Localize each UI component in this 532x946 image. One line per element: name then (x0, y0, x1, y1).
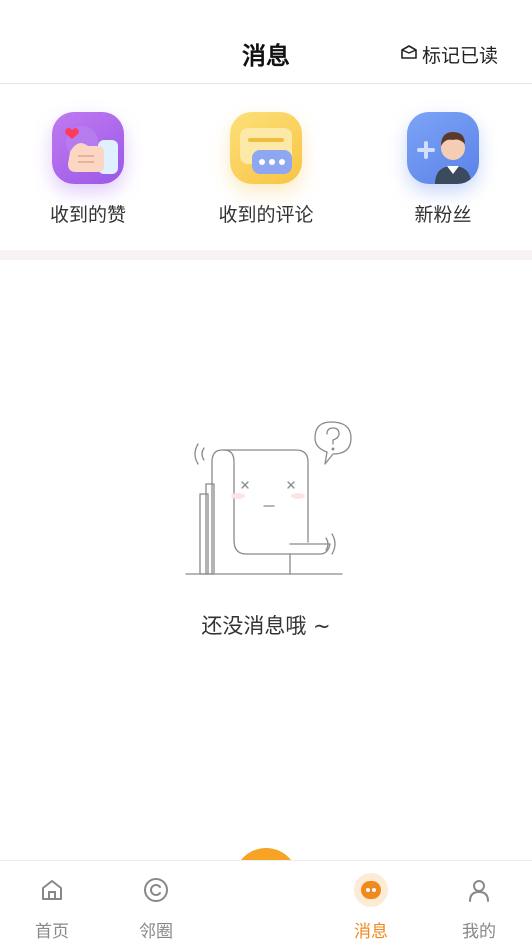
quick-actions: 收到的赞 收到的评论 新粉丝 (0, 84, 532, 250)
new-followers-label: 新粉丝 (414, 204, 472, 226)
mark-read-button[interactable]: 标记已读 (400, 41, 498, 68)
message-icon (354, 873, 388, 907)
received-comments-label: 收到的评论 (218, 204, 314, 226)
mark-read-label: 标记已读 (421, 45, 498, 67)
tab-circle-label: 邻圈 (139, 922, 173, 942)
received-likes-button[interactable]: 收到的赞 (28, 112, 148, 227)
empty-state: 还没消息哦 ~ (0, 420, 532, 640)
empty-scroll-illustration (185, 421, 352, 575)
tab-messages[interactable]: 消息 (331, 873, 411, 942)
header-bar: 消息 标记已读 (0, 0, 532, 84)
bottom-tab-bar: 首页 邻圈 消息 我的 (0, 860, 532, 946)
tab-profile-label: 我的 (462, 922, 496, 942)
home-icon (35, 873, 69, 907)
comment-bubble-icon (230, 112, 302, 184)
received-likes-label: 收到的赞 (49, 204, 126, 226)
tab-circle[interactable]: 邻圈 (116, 873, 196, 942)
mark-read-icon (400, 43, 418, 66)
received-comments-button[interactable]: 收到的评论 (206, 112, 326, 227)
section-divider (0, 250, 532, 260)
circle-icon (139, 873, 173, 907)
tab-home-label: 首页 (35, 922, 69, 942)
empty-state-text: 还没消息哦 ~ (201, 614, 331, 638)
new-follower-avatar-icon (407, 112, 479, 184)
tab-home[interactable]: 首页 (12, 873, 92, 942)
tab-messages-label: 消息 (354, 922, 388, 942)
thumbs-up-heart-icon (52, 112, 124, 184)
profile-icon (462, 873, 496, 907)
new-followers-button[interactable]: 新粉丝 (383, 112, 503, 227)
tab-profile[interactable]: 我的 (439, 873, 519, 942)
